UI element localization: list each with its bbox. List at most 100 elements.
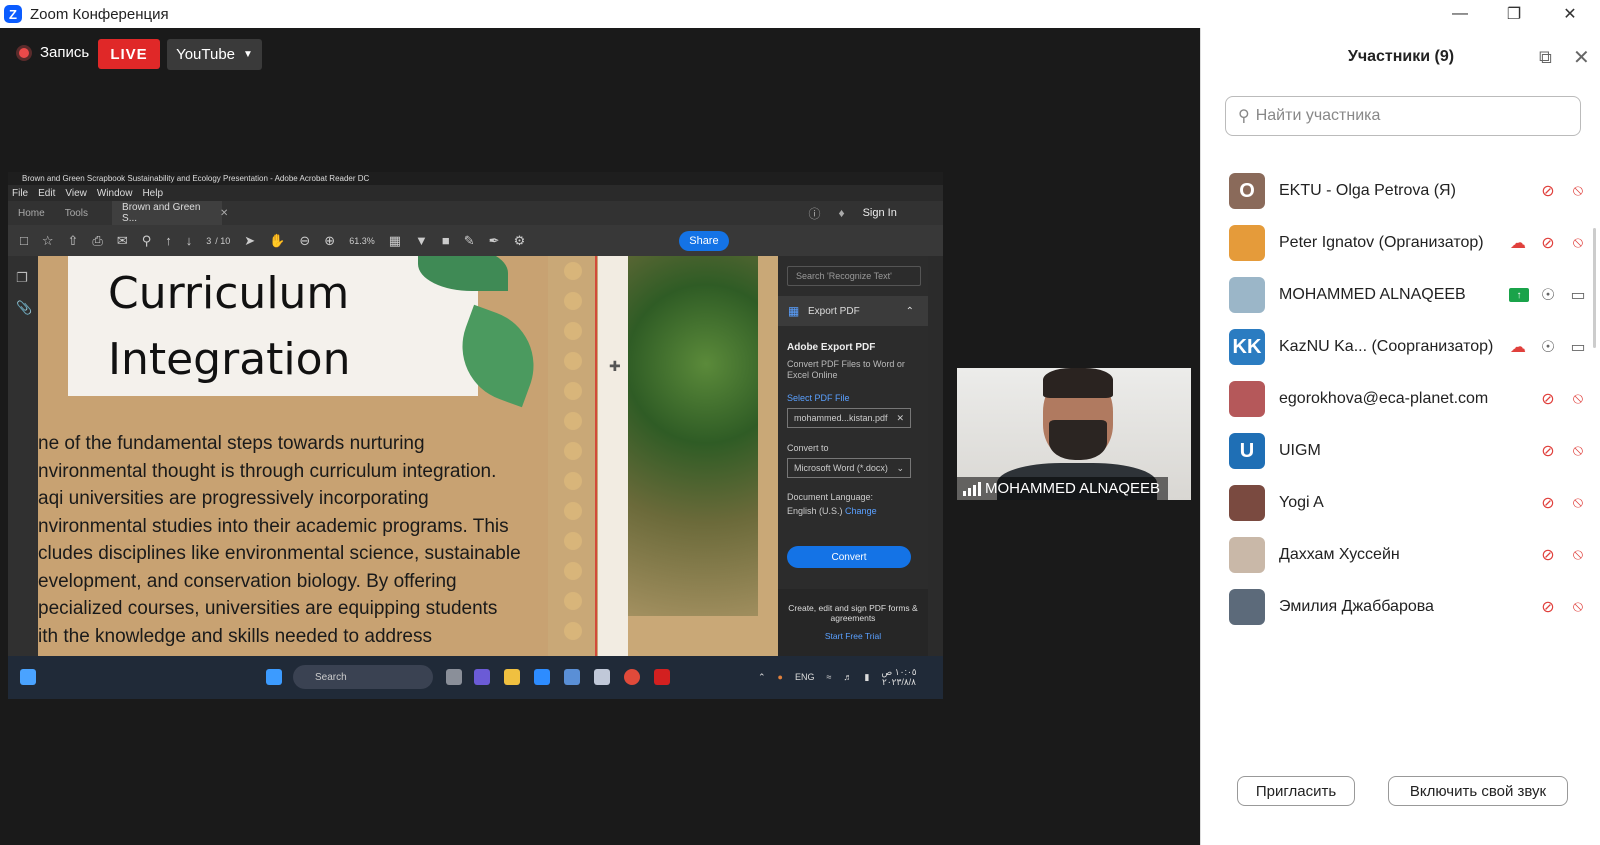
volume-icon[interactable]: ♬ <box>843 672 852 682</box>
camera-off-icon[interactable]: ⦸ <box>1567 234 1589 252</box>
task-view-icon[interactable] <box>446 669 462 685</box>
comment-icon[interactable]: ■ <box>442 233 450 248</box>
clear-file-icon[interactable]: ✕ <box>896 413 904 424</box>
start-trial-link[interactable]: Start Free Trial <box>778 631 928 641</box>
camera-icon[interactable]: ▭ <box>1567 285 1589 305</box>
participant-row[interactable]: Даххам Хуссейн ⊘ ⦸ <box>1229 530 1589 580</box>
participant-row[interactable]: U UIGM ⊘ ⦸ <box>1229 426 1589 476</box>
participant-row[interactable]: KK KazNU Ka... (Соорганизатор) ☁ ☉ ▭ <box>1229 322 1589 372</box>
mic-muted-icon[interactable]: ⊘ <box>1537 597 1559 617</box>
app-icon[interactable] <box>564 669 580 685</box>
hand-tool-icon[interactable]: ✋ <box>269 233 285 249</box>
mic-icon[interactable]: ● <box>778 672 783 682</box>
chevron-up-icon[interactable]: ⌃ <box>906 306 914 317</box>
attachment-icon[interactable]: 📎 <box>16 300 32 316</box>
mic-muted-icon[interactable]: ⊘ <box>1537 181 1559 201</box>
menu-edit[interactable]: Edit <box>38 188 55 199</box>
menu-help[interactable]: Help <box>142 188 163 199</box>
mic-icon[interactable]: ☉ <box>1537 285 1559 305</box>
taskbar-search[interactable]: Search <box>293 665 433 689</box>
menu-view[interactable]: View <box>65 188 87 199</box>
page-down-icon[interactable]: ↓ <box>186 233 193 248</box>
scroll-mode-icon[interactable]: ▼ <box>415 233 428 248</box>
teams-icon[interactable] <box>474 669 490 685</box>
sign-icon[interactable]: ✒ <box>489 233 500 249</box>
zoom-search-icon[interactable]: ⚲ <box>142 233 152 249</box>
acrobat-icon[interactable] <box>654 669 670 685</box>
mail-icon[interactable]: ✉ <box>117 233 128 249</box>
camera-icon[interactable]: ▭ <box>1567 337 1589 357</box>
sign-in-button[interactable]: Sign In <box>863 207 897 219</box>
popout-icon[interactable]: ⧉ <box>1539 47 1552 68</box>
battery-icon[interactable]: ▮ <box>864 672 869 683</box>
star-icon[interactable]: ☆ <box>42 233 54 249</box>
camera-off-icon[interactable]: ⦸ <box>1567 494 1589 512</box>
camera-off-icon[interactable]: ⦸ <box>1567 546 1589 564</box>
unmute-self-button[interactable]: Включить свой звук <box>1388 776 1568 806</box>
page-up-icon[interactable]: ↑ <box>165 233 172 248</box>
mic-muted-icon[interactable]: ⊘ <box>1537 545 1559 565</box>
tab-home[interactable]: Home <box>8 201 55 225</box>
clock[interactable]: ١٠:٠٥ ص ٢٠٢٣/٨/٨ <box>881 667 916 687</box>
participant-row[interactable]: O EKTU - Olga Petrova (Я) ⊘ ⦸ <box>1229 166 1589 216</box>
pdf-page[interactable]: Curriculum Integration ne of the fundame… <box>38 256 778 656</box>
zoom-in-icon[interactable]: ⊕ <box>324 233 335 249</box>
stream-dropdown[interactable]: YouTube ▼ <box>167 39 262 70</box>
page-number[interactable]: 3 <box>206 236 211 246</box>
highlight-icon[interactable]: ✎ <box>464 233 475 249</box>
language-indicator[interactable]: ENG <box>795 672 815 682</box>
mic-muted-icon[interactable]: ⊘ <box>1537 493 1559 513</box>
pages-icon[interactable]: ❐ <box>16 270 28 286</box>
export-pdf-header[interactable]: ▦ Export PDF ⌃ <box>778 296 928 326</box>
shared-screen[interactable]: Brown and Green Scrapbook Sustainability… <box>8 172 943 699</box>
change-language-link[interactable]: Change <box>845 506 877 516</box>
app-icon[interactable] <box>594 669 610 685</box>
print-icon[interactable]: ⎙ <box>92 233 102 249</box>
zoom-out-icon[interactable]: ⊖ <box>299 233 310 249</box>
menu-file[interactable]: File <box>12 188 28 199</box>
close-panel-icon[interactable]: ✕ <box>1573 45 1590 70</box>
tab-close-icon[interactable]: ✕ <box>220 208 228 219</box>
camera-off-icon[interactable]: ⦸ <box>1567 390 1589 408</box>
stamp-icon[interactable]: ⚙ <box>514 233 526 249</box>
chrome-icon[interactable] <box>624 669 640 685</box>
camera-off-icon[interactable]: ⦸ <box>1567 182 1589 200</box>
live-badge[interactable]: LIVE <box>98 39 160 69</box>
bell-icon[interactable]: ♦ <box>838 206 844 220</box>
participant-row[interactable]: MOHAMMED ALNAQEEB ↑ ☉ ▭ <box>1229 270 1589 320</box>
tab-tools[interactable]: Tools <box>55 201 98 225</box>
recognize-text-search[interactable]: Search 'Recognize Text' <box>787 266 921 286</box>
participant-row[interactable]: Yogi A ⊘ ⦸ <box>1229 478 1589 528</box>
wifi-icon[interactable]: ≈ <box>827 672 832 682</box>
participant-row[interactable]: Peter Ignatov (Организатор) ☁ ⊘ ⦸ <box>1229 218 1589 268</box>
video-tile[interactable]: MOHAMMED ALNAQEEB <box>957 368 1191 500</box>
zoom-app-icon[interactable] <box>534 669 550 685</box>
recording-indicator[interactable]: Запись <box>16 44 89 61</box>
zoom-level[interactable]: 61.3% <box>349 236 375 246</box>
restore-button[interactable]: ❐ <box>1490 0 1538 28</box>
invite-button[interactable]: Пригласить <box>1237 776 1355 806</box>
mic-icon[interactable]: ☉ <box>1537 337 1559 357</box>
participant-row[interactable]: Эмилия Джаббарова ⊘ ⦸ <box>1229 582 1589 632</box>
camera-off-icon[interactable]: ⦸ <box>1567 598 1589 616</box>
explorer-icon[interactable] <box>504 669 520 685</box>
select-file-label[interactable]: Select PDF File <box>787 393 850 403</box>
mic-muted-icon[interactable]: ⊘ <box>1537 441 1559 461</box>
widgets-icon[interactable] <box>20 669 36 685</box>
share-button[interactable]: Share <box>679 230 729 251</box>
format-select[interactable]: Microsoft Word (*.docx) ⌄ <box>787 458 911 478</box>
fit-page-icon[interactable]: ▦ <box>389 233 401 249</box>
participant-row[interactable]: egorokhova@eca-planet.com ⊘ ⦸ <box>1229 374 1589 424</box>
minimize-button[interactable]: — <box>1436 0 1484 28</box>
scrollbar[interactable] <box>1593 228 1596 348</box>
mic-muted-icon[interactable]: ⊘ <box>1537 389 1559 409</box>
participant-search-input[interactable]: ⚲ Найти участника <box>1225 96 1581 136</box>
tab-document[interactable]: Brown and Green S... <box>112 201 223 225</box>
menu-window[interactable]: Window <box>97 188 133 199</box>
save-icon[interactable]: □ <box>20 233 28 248</box>
close-button[interactable]: ✕ <box>1546 0 1594 28</box>
upload-icon[interactable]: ⇧ <box>68 233 79 249</box>
start-icon[interactable] <box>266 669 282 685</box>
help-icon[interactable]: ⓘ <box>808 205 820 222</box>
select-tool-icon[interactable]: ➤ <box>244 233 255 249</box>
